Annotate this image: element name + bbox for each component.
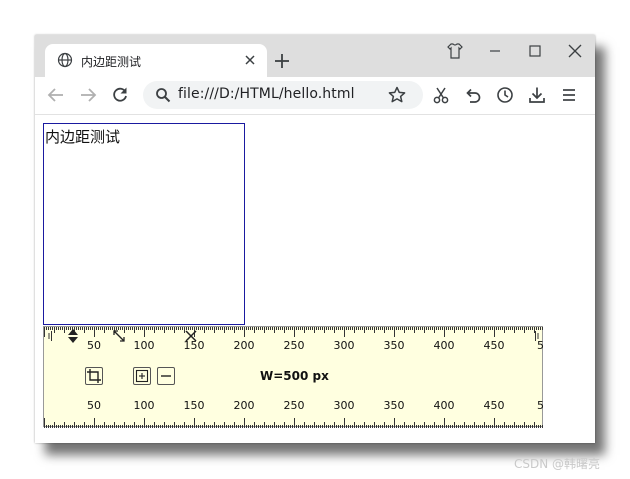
ruler-tick-label-bottom: 50 [87,399,101,412]
minus-button[interactable] [157,367,175,385]
ruler-tick-label-bottom: 400 [434,399,455,412]
search-icon [156,88,171,103]
ruler-tick-label-bottom: 200 [234,399,255,412]
url-text: file:///D:/HTML/hello.html [178,86,355,102]
up-down-arrows-icon[interactable] [64,327,82,345]
tab-title: 内边距测试 [81,55,142,69]
cut-icon[interactable] [431,85,451,105]
ruler-tick-label-top: 300 [334,339,355,352]
ruler-tick-label-bottom: 250 [284,399,305,412]
customize-icon[interactable] [445,41,465,61]
history-icon[interactable] [495,85,515,105]
resize-icon[interactable] [110,327,128,345]
ruler-tick-label-bottom: 350 [384,399,405,412]
ruler-tick-label-top: 250 [284,339,305,352]
ruler-close-icon[interactable] [182,327,200,345]
browser-tab[interactable]: 内边距测试 [45,44,267,77]
ruler-tick-label-top: 350 [384,339,405,352]
minus-icon [161,375,171,377]
address-bar[interactable]: file:///D:/HTML/hello.html [143,81,423,109]
screen-ruler[interactable]: 50 50 100 100 150 150 200 200 250 250 300 300 350 350… [43,326,544,428]
ruler-tick-label-bottom: 50 [537,399,544,412]
ruler-tick-label-top: 50 [87,339,101,352]
ruler-tick-label-top: 400 [434,339,455,352]
reload-icon[interactable] [110,85,130,105]
box-text: 内边距测试 [45,128,121,146]
star-icon[interactable] [387,85,407,105]
maximize-icon[interactable] [525,41,545,61]
download-icon[interactable] [527,85,547,105]
page-content: 内边距测试 50 50 100 100 150 150 200 200 250 250 300 300… [35,115,595,443]
back-icon[interactable] [46,85,66,105]
ruler-width-label: W=500 px [260,369,329,383]
center-icon [135,369,149,383]
ruler-tick-label-top: 200 [234,339,255,352]
ruler-tick-label-bottom: 100 [134,399,155,412]
menu-icon[interactable] [559,85,579,105]
crop-button[interactable] [85,367,103,385]
center-button[interactable] [133,367,151,385]
undo-icon[interactable] [463,85,483,105]
ruler-grip-right-icon[interactable] [532,327,540,345]
crop-icon [87,369,101,383]
tab-strip: 内边距测试 [35,35,595,77]
ruler-tick-label-bottom: 150 [184,399,205,412]
new-tab-plus-icon[interactable] [273,52,291,70]
padding-test-box: 内边距测试 [43,123,245,325]
minimize-icon[interactable] [485,41,505,61]
ruler-tick-label-bottom: 450 [484,399,505,412]
forward-icon[interactable] [78,85,98,105]
window-close-icon[interactable] [565,41,585,61]
browser-window: 内边距测试 file:///D:/HTML/hello.html 内边距测试 5… [35,35,595,443]
globe-icon [57,52,73,68]
ruler-tick-label-bottom: 300 [334,399,355,412]
browser-toolbar: file:///D:/HTML/hello.html [35,77,595,115]
watermark: CSDN @韩曙亮 [514,457,601,471]
ruler-grip-left-icon[interactable] [47,327,55,345]
tab-close-icon[interactable] [241,51,259,69]
ruler-tick-label-top: 450 [484,339,505,352]
ruler-tick-label-top: 100 [134,339,155,352]
